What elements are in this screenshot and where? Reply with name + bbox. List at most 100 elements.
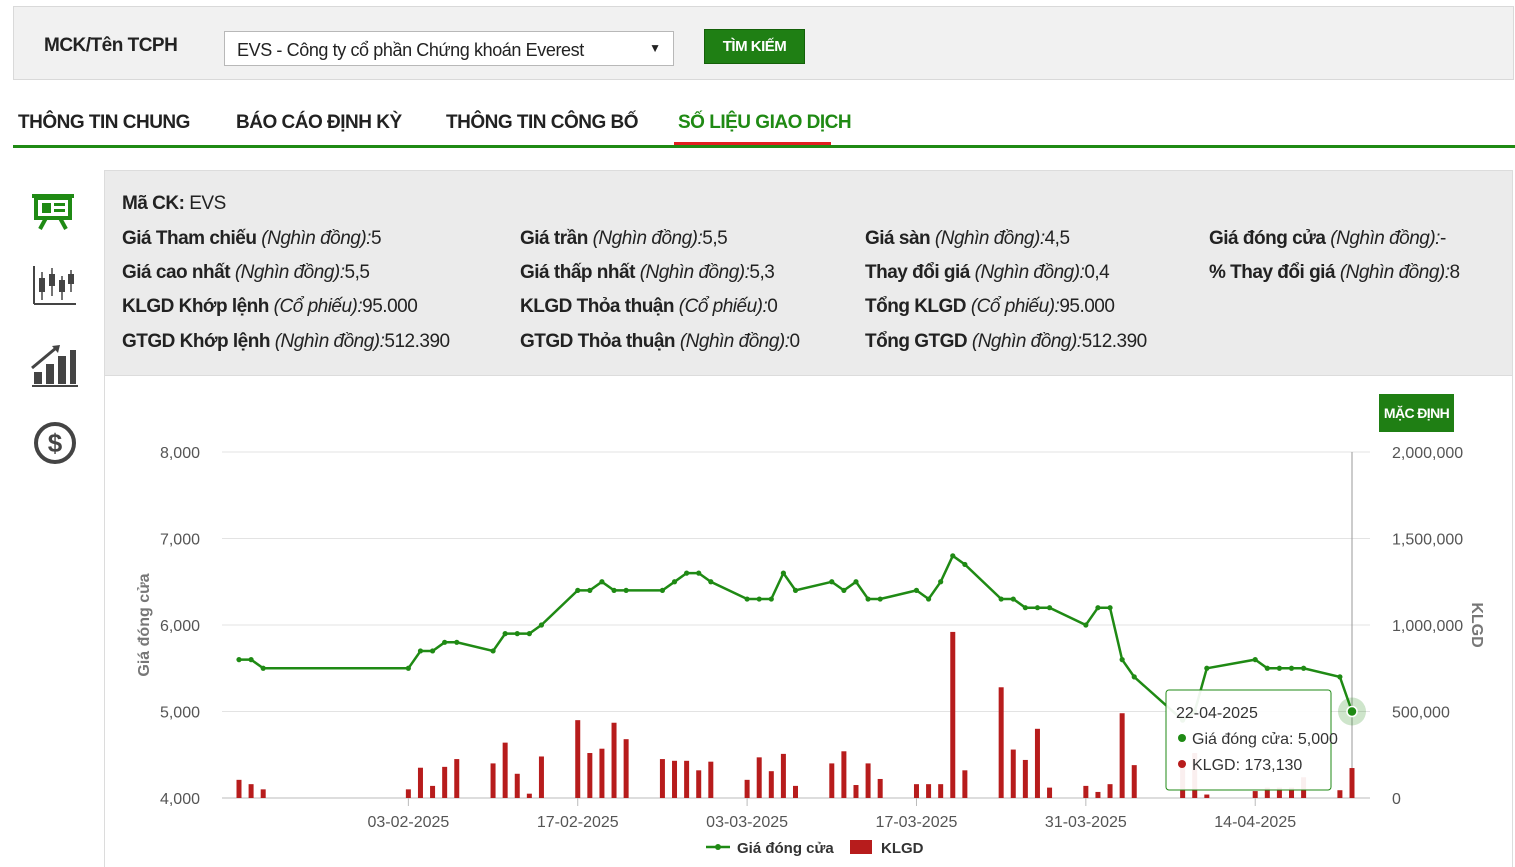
volume-bar	[236, 779, 242, 798]
y-left-tick-label: 6,000	[160, 618, 200, 635]
price-point	[429, 648, 436, 654]
price-point	[877, 596, 883, 602]
price-point	[865, 596, 871, 602]
price-point	[1010, 596, 1016, 602]
volume-bar	[260, 789, 266, 798]
volume-bar	[829, 763, 835, 798]
price-point	[248, 657, 254, 663]
tooltip-price-dot	[1178, 734, 1186, 742]
volume-bar	[756, 757, 762, 798]
volume-bar	[430, 785, 436, 798]
price-point	[780, 570, 787, 576]
legend-price-label: Giá đóng cửa	[737, 840, 834, 857]
y-right-tick-label: 0	[1392, 791, 1401, 808]
price-point	[1204, 665, 1210, 671]
price-point	[417, 648, 424, 654]
price-point	[841, 587, 847, 594]
volume-bar	[998, 687, 1004, 798]
price-point	[950, 553, 956, 559]
price-point	[744, 596, 750, 602]
price-point	[1095, 605, 1101, 611]
price-point	[1046, 605, 1053, 611]
volume-bar	[611, 722, 617, 798]
volume-bar	[1083, 785, 1089, 798]
volume-bar	[744, 779, 750, 798]
y-right-tick-label: 1,000,000	[1392, 618, 1463, 635]
volume-bar	[1204, 794, 1210, 798]
volume-bar	[1034, 728, 1040, 798]
volume-bar	[1047, 787, 1053, 798]
price-point	[442, 639, 448, 645]
volume-bar	[502, 742, 508, 798]
volume-bar	[926, 784, 932, 798]
volume-bar	[1119, 713, 1125, 798]
volume-bar	[1107, 784, 1113, 798]
volume-bar	[575, 720, 581, 798]
volume-bar	[587, 753, 593, 798]
price-point	[490, 648, 496, 654]
price-point	[829, 579, 835, 585]
volume-bar	[623, 739, 629, 798]
price-point	[925, 596, 932, 602]
y-left-tick-label: 5,000	[160, 705, 200, 722]
volume-bar	[1022, 759, 1028, 798]
price-point	[1022, 605, 1028, 611]
volume-bar	[962, 770, 968, 798]
volume-bar	[248, 784, 254, 798]
price-point	[756, 596, 762, 602]
volume-bar	[1349, 768, 1355, 798]
x-tick-label: 31-03-2025	[1045, 814, 1127, 831]
volume-bar	[853, 785, 859, 798]
volume-bar	[442, 766, 448, 798]
volume-bar	[780, 753, 786, 798]
x-tick-label: 17-03-2025	[876, 814, 958, 831]
price-point	[502, 631, 508, 637]
tooltip-volume: KLGD: 173,130	[1192, 757, 1302, 774]
price-point	[599, 579, 605, 585]
volume-bar	[1131, 765, 1137, 798]
y-right-tick-label: 500,000	[1392, 705, 1450, 722]
volume-bar	[950, 631, 956, 798]
volume-bar	[1010, 749, 1016, 798]
price-point	[853, 579, 859, 585]
price-point	[792, 587, 799, 594]
volume-bar	[514, 773, 520, 798]
volume-bar	[454, 759, 460, 798]
price-point	[454, 639, 460, 645]
y-left-tick-label: 4,000	[160, 791, 200, 808]
volume-bar	[696, 770, 702, 798]
volume-bar	[538, 756, 544, 798]
volume-bar	[938, 784, 944, 798]
price-point	[1276, 665, 1283, 671]
x-tick-label: 17-02-2025	[537, 814, 619, 831]
legend-volume-label: KLGD	[881, 840, 924, 857]
volume-bar	[659, 759, 665, 798]
price-point	[962, 561, 968, 568]
volume-bar	[913, 784, 919, 798]
tooltip-volume-dot	[1178, 760, 1186, 768]
price-point	[938, 579, 944, 585]
price-point	[526, 631, 532, 637]
legend-volume-marker	[850, 840, 872, 854]
legend-price-marker	[715, 844, 721, 850]
tooltip-price: Giá đóng cửa: 5,000	[1192, 731, 1338, 748]
price-point	[1264, 665, 1270, 671]
price-point	[405, 665, 411, 671]
volume-bar	[1337, 790, 1343, 798]
price-point	[1107, 605, 1113, 611]
y-left-tick-label: 7,000	[160, 532, 200, 549]
volume-bar	[405, 789, 411, 798]
y-right-axis-title: KLGD	[1468, 602, 1485, 647]
price-point	[1337, 674, 1343, 680]
price-point	[1301, 665, 1307, 671]
volume-bar	[490, 763, 496, 798]
price-point	[236, 657, 242, 663]
volume-bar	[526, 793, 532, 798]
price-point	[1288, 665, 1295, 671]
price-point	[684, 570, 690, 576]
volume-bar	[708, 761, 714, 798]
price-volume-chart[interactable]: 4,000 5,000 6,000 7,000 8,000 0 500,000 1,000,0…	[0, 0, 1515, 867]
price-point	[514, 631, 520, 637]
price-point	[587, 587, 593, 594]
volume-bar	[793, 785, 798, 798]
